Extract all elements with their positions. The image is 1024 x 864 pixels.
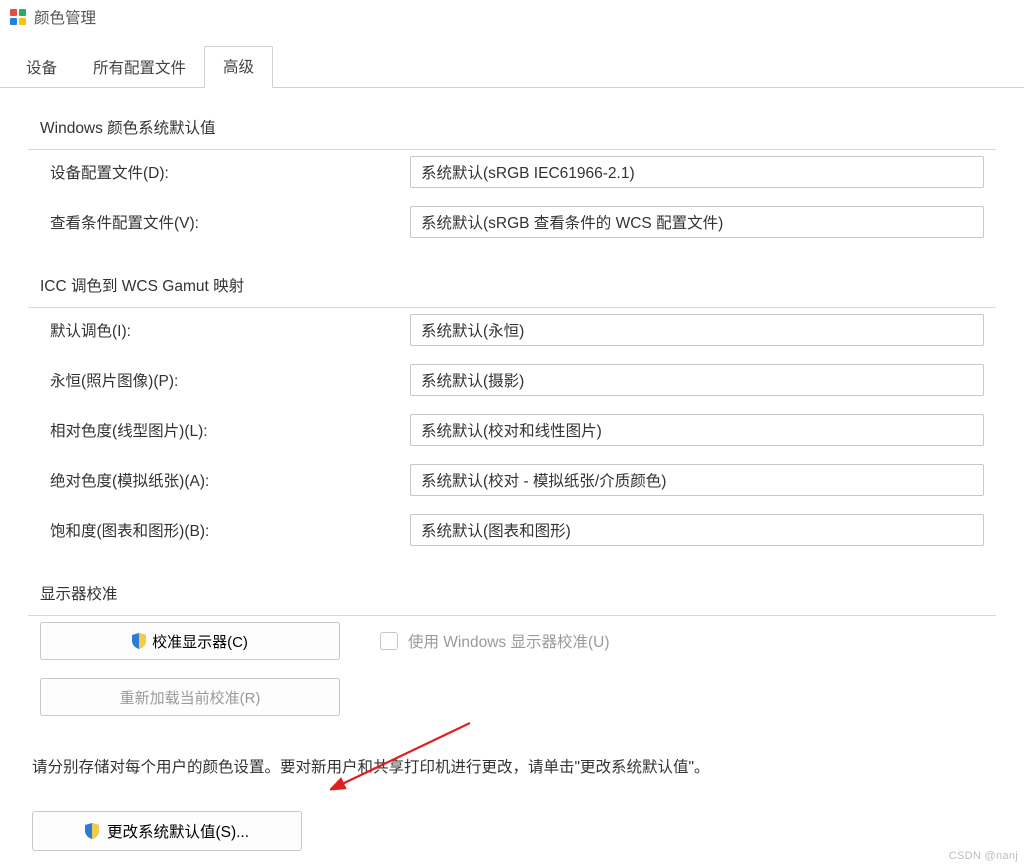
tab-advanced[interactable]: 高级 [204, 46, 273, 88]
saturation-value: 系统默认(图表和图形) [421, 519, 571, 541]
bottom-instruction-text: 请分别存储对每个用户的颜色设置。要对新用户和共享打印机进行更改，请单击"更改系统… [28, 752, 996, 781]
use-windows-calibration-label: 使用 Windows 显示器校准(U) [408, 630, 610, 652]
app-icon [10, 9, 26, 25]
relative-label: 相对色度(线型图片)(L): [40, 419, 390, 441]
relative-value: 系统默认(校对和线性图片) [421, 419, 602, 441]
perpetual-value: 系统默认(摄影) [421, 369, 524, 391]
viewing-profile-label: 查看条件配置文件(V): [40, 211, 390, 233]
calibrate-display-button[interactable]: 校准显示器(C) [40, 622, 340, 660]
tab-strip: 设备 所有配置文件 高级 [0, 46, 1024, 88]
change-system-defaults-button[interactable]: 更改系统默认值(S)... [32, 811, 302, 851]
device-profile-label: 设备配置文件(D): [40, 161, 390, 183]
tab-device[interactable]: 设备 [8, 48, 75, 88]
calibrate-display-label: 校准显示器(C) [152, 631, 248, 652]
titlebar: 颜色管理 [0, 0, 1024, 38]
group-windows-defaults-legend: Windows 颜色系统默认值 [40, 116, 226, 138]
device-profile-select[interactable]: 系统默认(sRGB IEC61966-2.1) [410, 156, 984, 188]
viewing-profile-select[interactable]: 系统默认(sRGB 查看条件的 WCS 配置文件) [410, 206, 984, 238]
absolute-value: 系统默认(校对 - 模拟纸张/介质颜色) [421, 469, 666, 491]
viewing-profile-value: 系统默认(sRGB 查看条件的 WCS 配置文件) [421, 211, 723, 233]
device-profile-value: 系统默认(sRGB IEC61966-2.1) [421, 161, 635, 183]
group-windows-defaults: Windows 颜色系统默认值 设备配置文件(D): 系统默认(sRGB IEC… [28, 116, 996, 256]
saturation-label: 饱和度(图表和图形)(B): [40, 519, 390, 541]
watermark: CSDN @nanj [949, 850, 1018, 862]
change-system-defaults-label: 更改系统默认值(S)... [107, 820, 249, 842]
relative-select[interactable]: 系统默认(校对和线性图片) [410, 414, 984, 446]
group-display-calibration-legend: 显示器校准 [40, 582, 128, 604]
window-title: 颜色管理 [34, 6, 96, 28]
group-display-calibration: 显示器校准 校准显示器(C) 使用 Windows 显示器校准(U) 重新加载当… [28, 582, 996, 734]
reload-calibration-button[interactable]: 重新加载当前校准(R) [40, 678, 340, 716]
tab-all-profiles[interactable]: 所有配置文件 [75, 48, 204, 88]
checkbox-box [380, 632, 398, 650]
default-render-value: 系统默认(永恒) [421, 319, 524, 341]
use-windows-calibration-checkbox[interactable]: 使用 Windows 显示器校准(U) [380, 630, 610, 652]
absolute-select[interactable]: 系统默认(校对 - 模拟纸张/介质颜色) [410, 464, 984, 496]
absolute-label: 绝对色度(模拟纸张)(A): [40, 469, 390, 491]
default-render-select[interactable]: 系统默认(永恒) [410, 314, 984, 346]
group-icc-wcs-legend: ICC 调色到 WCS Gamut 映射 [40, 274, 254, 296]
group-icc-wcs: ICC 调色到 WCS Gamut 映射 默认调色(I): 系统默认(永恒) 永… [28, 274, 996, 564]
shield-icon [132, 633, 146, 649]
reload-calibration-label: 重新加载当前校准(R) [120, 687, 261, 708]
perpetual-select[interactable]: 系统默认(摄影) [410, 364, 984, 396]
default-render-label: 默认调色(I): [40, 319, 390, 341]
tab-content-advanced: Windows 颜色系统默认值 设备配置文件(D): 系统默认(sRGB IEC… [0, 87, 1024, 851]
shield-icon [85, 823, 99, 839]
perpetual-label: 永恒(照片图像)(P): [40, 369, 390, 391]
saturation-select[interactable]: 系统默认(图表和图形) [410, 514, 984, 546]
